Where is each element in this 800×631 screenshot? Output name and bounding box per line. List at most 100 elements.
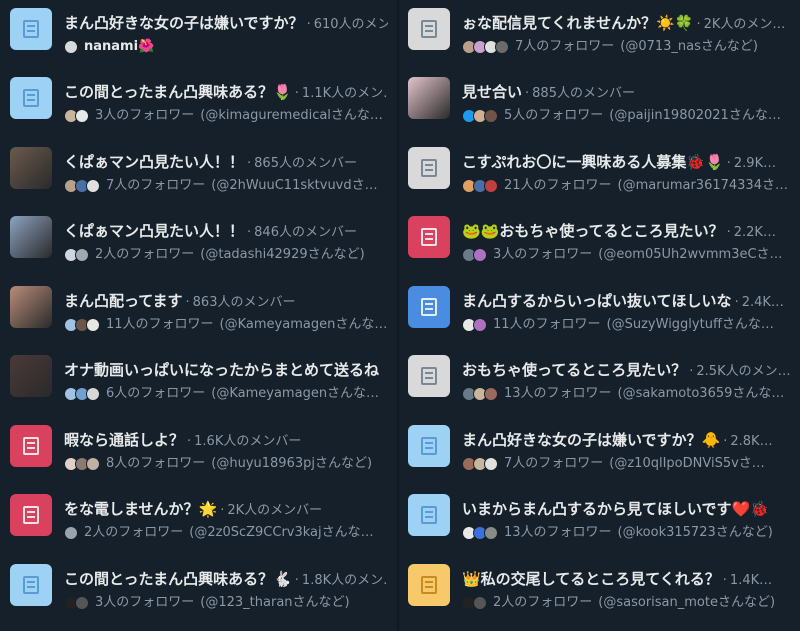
follower-avatars <box>462 109 498 123</box>
list-social-context: 13人のフォロワー (@sakamoto3659さんな… <box>462 384 790 404</box>
follower-avatar <box>484 457 498 471</box>
list-social-context: 21人のフォロワー (@marumar36174334さ… <box>462 176 790 196</box>
list-title-line: 👑私の交尾してるところ見てくれる？ · 1.4K… <box>462 568 790 590</box>
follower-count: 3人のフォロワー <box>95 108 195 123</box>
follower-avatars <box>64 179 100 193</box>
follower-count: 7人のフォロワー <box>515 39 615 54</box>
list-title-line: ぉな配信見てくれませんか？☀️🍀 · 2K人のメン… <box>462 12 790 34</box>
list-item[interactable]: くぱぁマン凸見たい人！！ · 865人のメンバー 7人のフォロワー (@2hWuuC11… <box>0 139 398 203</box>
follower-mention: (@marumar36174334さ… <box>617 178 788 193</box>
separator-dot: · <box>734 295 739 310</box>
list-icon <box>421 159 437 177</box>
list-title: こすぷれお〇に一興味ある人募集🐞🌷 <box>462 153 724 171</box>
list-photo-avatar <box>10 355 52 397</box>
follower-avatars <box>462 387 498 401</box>
separator-dot: · <box>689 364 694 379</box>
right-list-column: ぉな配信見てくれませんか？☀️🍀 · 2K人のメン… 7人のフォロワー (@0713_n… <box>398 0 800 631</box>
list-social-context: 3人のフォロワー (@123_tharanさんなど) <box>64 593 388 613</box>
list-icon <box>23 89 39 107</box>
list-default-avatar <box>408 355 450 397</box>
separator-dot: · <box>294 573 299 588</box>
list-item[interactable]: この間とったまん凸興味ある？🐇 · 1.8K人のメン… 3人のフォロワー (@123_t… <box>0 556 398 620</box>
member-count: 1.6K人のメンバー <box>194 434 302 449</box>
follower-avatar <box>75 596 89 610</box>
follower-avatars <box>64 40 78 54</box>
list-title: まん凸配ってます <box>64 292 183 310</box>
follower-mention: (@eom05Uh2wvmm3eCさ… <box>598 247 783 262</box>
list-title-line: この間とったまん凸興味ある？🌷 · 1.1K人のメン… <box>64 81 388 103</box>
list-item[interactable]: オナ動画いっぱいになったからまとめて送るね 6人のフォロワー (@Kameyamag… <box>0 347 398 411</box>
member-count: 863人のメンバー <box>192 295 296 310</box>
follower-avatar <box>473 318 487 332</box>
follower-count: 13人のフォロワー <box>504 386 612 401</box>
separator-dot: · <box>185 295 190 310</box>
member-count: 2.8K… <box>730 434 773 449</box>
separator-dot: · <box>723 434 728 449</box>
list-title: おもちゃ使ってるところ見たい？ <box>462 361 687 379</box>
list-title-line: 暇なら通話しよ？ · 1.6K人のメンバー <box>64 429 388 451</box>
follower-count: 11人のフォロワー <box>493 317 601 332</box>
list-item[interactable]: くぱぁマン凸見たい人！！ · 846人のメンバー 2人のフォロワー (@tadashi4… <box>0 208 398 272</box>
follower-avatars <box>64 526 78 540</box>
list-title: まん凸好きな女の子は嫌いですか？ <box>64 14 304 32</box>
list-default-avatar <box>10 425 52 467</box>
list-social-context: 7人のフォロワー (@0713_nasさんなど) <box>462 37 790 57</box>
list-default-avatar <box>408 494 450 536</box>
list-default-avatar <box>408 216 450 258</box>
follower-avatar <box>484 179 498 193</box>
follower-count: 6人のフォロワー <box>106 386 206 401</box>
list-item[interactable]: ぉな配信見てくれませんか？☀️🍀 · 2K人のメン… 7人のフォロワー (@0713_n… <box>398 0 800 64</box>
list-item[interactable]: 暇なら通話しよ？ · 1.6K人のメンバー 8人のフォロワー (@huyu18963pj… <box>0 417 398 481</box>
list-default-avatar <box>10 8 52 50</box>
follower-count: 2人のフォロワー <box>493 595 593 610</box>
list-title-line: くぱぁマン凸見たい人！！ · 865人のメンバー <box>64 151 388 173</box>
list-item[interactable]: この間とったまん凸興味ある？🌷 · 1.1K人のメン… 3人のフォロワー (@kimag… <box>0 69 398 133</box>
member-count: 2K人のメン… <box>703 17 786 32</box>
list-item[interactable]: まん凸するからいっぱい抜いてほしいな · 2.4K… 11人のフォロワー (@SuzyW… <box>398 278 800 342</box>
list-title-line: まん凸好きな女の子は嫌いですか？🐥 · 2.8K… <box>462 429 790 451</box>
list-item[interactable]: をな電しませんか？🌟 · 2K人のメンバー 2人のフォロワー (@2z0ScZ9CCrv… <box>0 486 398 550</box>
list-item[interactable]: 🐸🐸おもちゃ使ってるところ見たい？ · 2.2K… 3人のフォロワー (@eom05Uh… <box>398 208 800 272</box>
follower-mention: (@0713_nasさんなど) <box>620 39 758 54</box>
list-title-line: おもちゃ使ってるところ見たい？ · 2.5K人のメン… <box>462 359 790 381</box>
list-item[interactable]: いまからまん凸するから見てほしいです❤️🐞 13人のフォロワー (@kook3157… <box>398 486 800 550</box>
separator-dot: · <box>187 434 192 449</box>
separator-dot: · <box>306 17 311 32</box>
list-title-line: この間とったまん凸興味ある？🐇 · 1.8K人のメン… <box>64 568 388 590</box>
list-icon <box>421 298 437 316</box>
list-item[interactable]: 見せ合い · 885人のメンバー 5人のフォロワー (@paijin19802021さん… <box>398 69 800 133</box>
follower-avatars <box>64 109 89 123</box>
list-item[interactable]: 👑私の交尾してるところ見てくれる？ · 1.4K… 2人のフォロワー (@sasoris… <box>398 556 800 620</box>
list-title-line: まん凸好きな女の子は嫌いですか？·610人のメンバー <box>64 12 388 34</box>
left-list-column: まん凸好きな女の子は嫌いですか？·610人のメンバーnanami🌺この間とったま… <box>0 0 398 631</box>
member-count: 610人のメンバー <box>313 17 388 32</box>
list-social-context: nanami🌺 <box>64 37 388 57</box>
list-default-avatar <box>10 77 52 119</box>
follower-avatar <box>86 457 100 471</box>
list-item[interactable]: まん凸配ってます · 863人のメンバー 11人のフォロワー (@Kameyamagen… <box>0 278 398 342</box>
list-item[interactable]: こすぷれお〇に一興味ある人募集🐞🌷 · 2.9K… 21人のフォロワー (@maruma… <box>398 139 800 203</box>
separator-dot: · <box>294 86 299 101</box>
list-title-line: をな電しませんか？🌟 · 2K人のメンバー <box>64 498 388 520</box>
list-item[interactable]: まん凸好きな女の子は嫌いですか？🐥 · 2.8K… 7人のフォロワー (@z10qlIp… <box>398 417 800 481</box>
list-item[interactable]: まん凸好きな女の子は嫌いですか？·610人のメンバー nanami🌺 <box>0 0 398 64</box>
follower-avatar <box>484 109 498 123</box>
follower-count: 2人のフォロワー <box>84 525 184 540</box>
follower-mention: (@tadashi42929さんなど) <box>200 247 365 262</box>
list-title-line: いまからまん凸するから見てほしいです❤️🐞 <box>462 498 790 520</box>
list-default-avatar <box>408 8 450 50</box>
list-default-avatar <box>10 494 52 536</box>
follower-mention: (@sasorisan_moteさんなど) <box>598 595 776 610</box>
list-item[interactable]: おもちゃ使ってるところ見たい？ · 2.5K人のメン… 13人のフォロワー (@saka… <box>398 347 800 411</box>
list-title: ぉな配信見てくれませんか？☀️🍀 <box>462 14 694 32</box>
follower-count: 21人のフォロワー <box>504 178 612 193</box>
list-title: 👑私の交尾してるところ見てくれる？ <box>462 570 720 588</box>
list-title: くぱぁマン凸見たい人！！ <box>64 153 245 171</box>
separator-dot: · <box>726 156 731 171</box>
list-social-context: 7人のフォロワー (@z10qlIpoDNViS5vさ… <box>462 454 790 474</box>
list-icon <box>421 20 437 38</box>
follower-count: 5人のフォロワー <box>504 108 604 123</box>
list-icon <box>421 506 437 524</box>
list-social-context: 3人のフォロワー (@kimaguremedicalさんな… <box>64 106 388 126</box>
list-social-context: 13人のフォロワー (@kook315723さんなど) <box>462 523 790 543</box>
